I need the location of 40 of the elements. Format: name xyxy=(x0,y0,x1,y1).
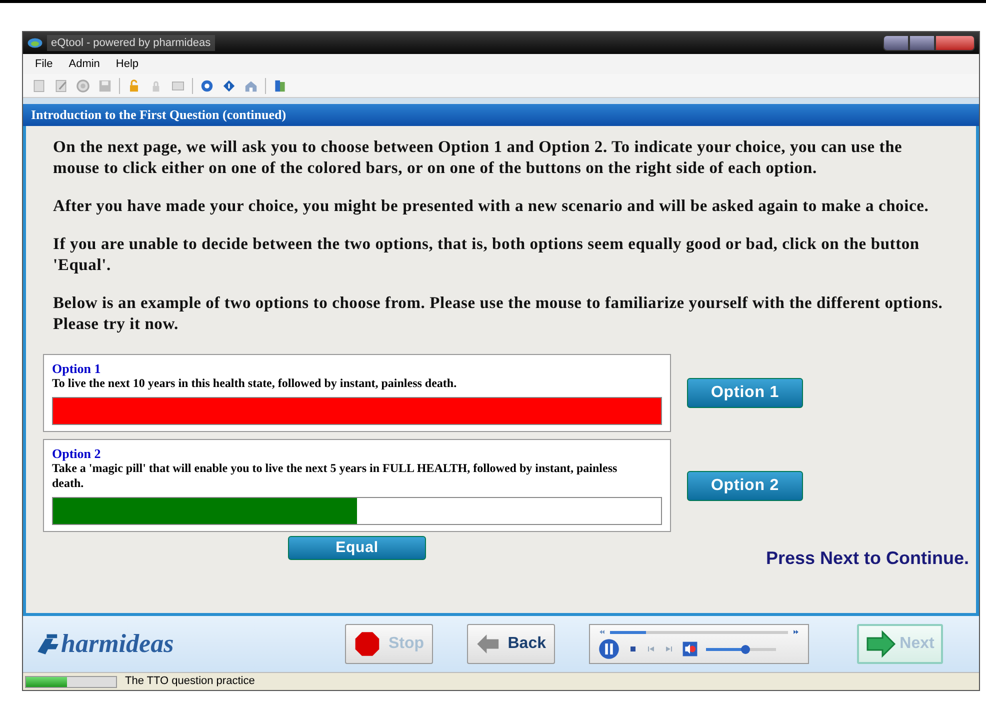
pause-button-icon[interactable] xyxy=(598,638,620,660)
logo-text: harmideas xyxy=(61,631,174,657)
stop-sign-icon xyxy=(354,629,380,659)
option-description: To live the next 10 years in this health state, followed by instant, painless death. xyxy=(52,376,458,391)
option-title: Option 2 xyxy=(52,446,102,461)
next-track-icon[interactable] xyxy=(664,644,674,654)
equal-button[interactable]: Equal xyxy=(288,536,426,560)
previous-icon[interactable] xyxy=(646,644,656,654)
paragraph: After you have made your choice, you might be presented with a new scenario and will be asked again to make a choice. xyxy=(53,195,930,216)
hint-text: Press Next to Continue. xyxy=(766,547,969,570)
option-button[interactable]: Option 1 xyxy=(687,378,803,408)
volume-slider[interactable] xyxy=(706,648,776,650)
disc-icon[interactable] xyxy=(75,78,91,94)
back-button[interactable]: Back xyxy=(467,624,555,664)
minimize-button[interactable] xyxy=(883,35,909,51)
header-title: Introduction to the First Question (continued) xyxy=(31,106,286,124)
maximize-button[interactable] xyxy=(909,35,935,51)
window-title: eQtool - powered by pharmideas xyxy=(47,34,215,52)
paragraph: On the next page, we will ask you to choose between Option 1 and Option 2. To indicate your choice, you can use the mouse to click either on one of the colored bars, or on one of the buttons on the right side of each option. xyxy=(53,136,904,178)
info-icon[interactable] xyxy=(221,78,237,94)
paragraph: Below is an example of two options to choose from. Please use the mouse to familiarize yourself with the different options. Please try it now. xyxy=(53,292,944,334)
edit-icon[interactable] xyxy=(53,78,69,94)
option-button[interactable]: Option 2 xyxy=(687,470,803,500)
seek-slider[interactable] xyxy=(610,630,788,634)
paragraph: If you are unable to decide between the two options, that is, both options seem equally good or bad, click on the button 'Equal'. xyxy=(53,233,920,275)
mute-icon[interactable] xyxy=(682,641,698,657)
option-description: Take a 'magic pill' that will enable you to live the next 5 years in FULL HEALTH, followed by instant, painless death. xyxy=(52,461,618,491)
status-text: The TTO question practice xyxy=(125,674,255,690)
option-bar-track[interactable] xyxy=(52,497,662,525)
stop-icon[interactable] xyxy=(628,644,638,654)
fast-forward-icon[interactable] xyxy=(792,628,800,636)
right-arrow-icon xyxy=(866,629,896,659)
document-icon[interactable] xyxy=(31,78,47,94)
menu-item[interactable]: Help xyxy=(116,56,139,72)
app-icon xyxy=(27,35,43,51)
menu-item[interactable]: File xyxy=(35,56,53,72)
close-button[interactable] xyxy=(935,35,975,51)
menu-item[interactable]: Admin xyxy=(68,56,100,72)
rewind-icon[interactable] xyxy=(598,628,606,636)
option-title: Option 1 xyxy=(52,361,102,376)
